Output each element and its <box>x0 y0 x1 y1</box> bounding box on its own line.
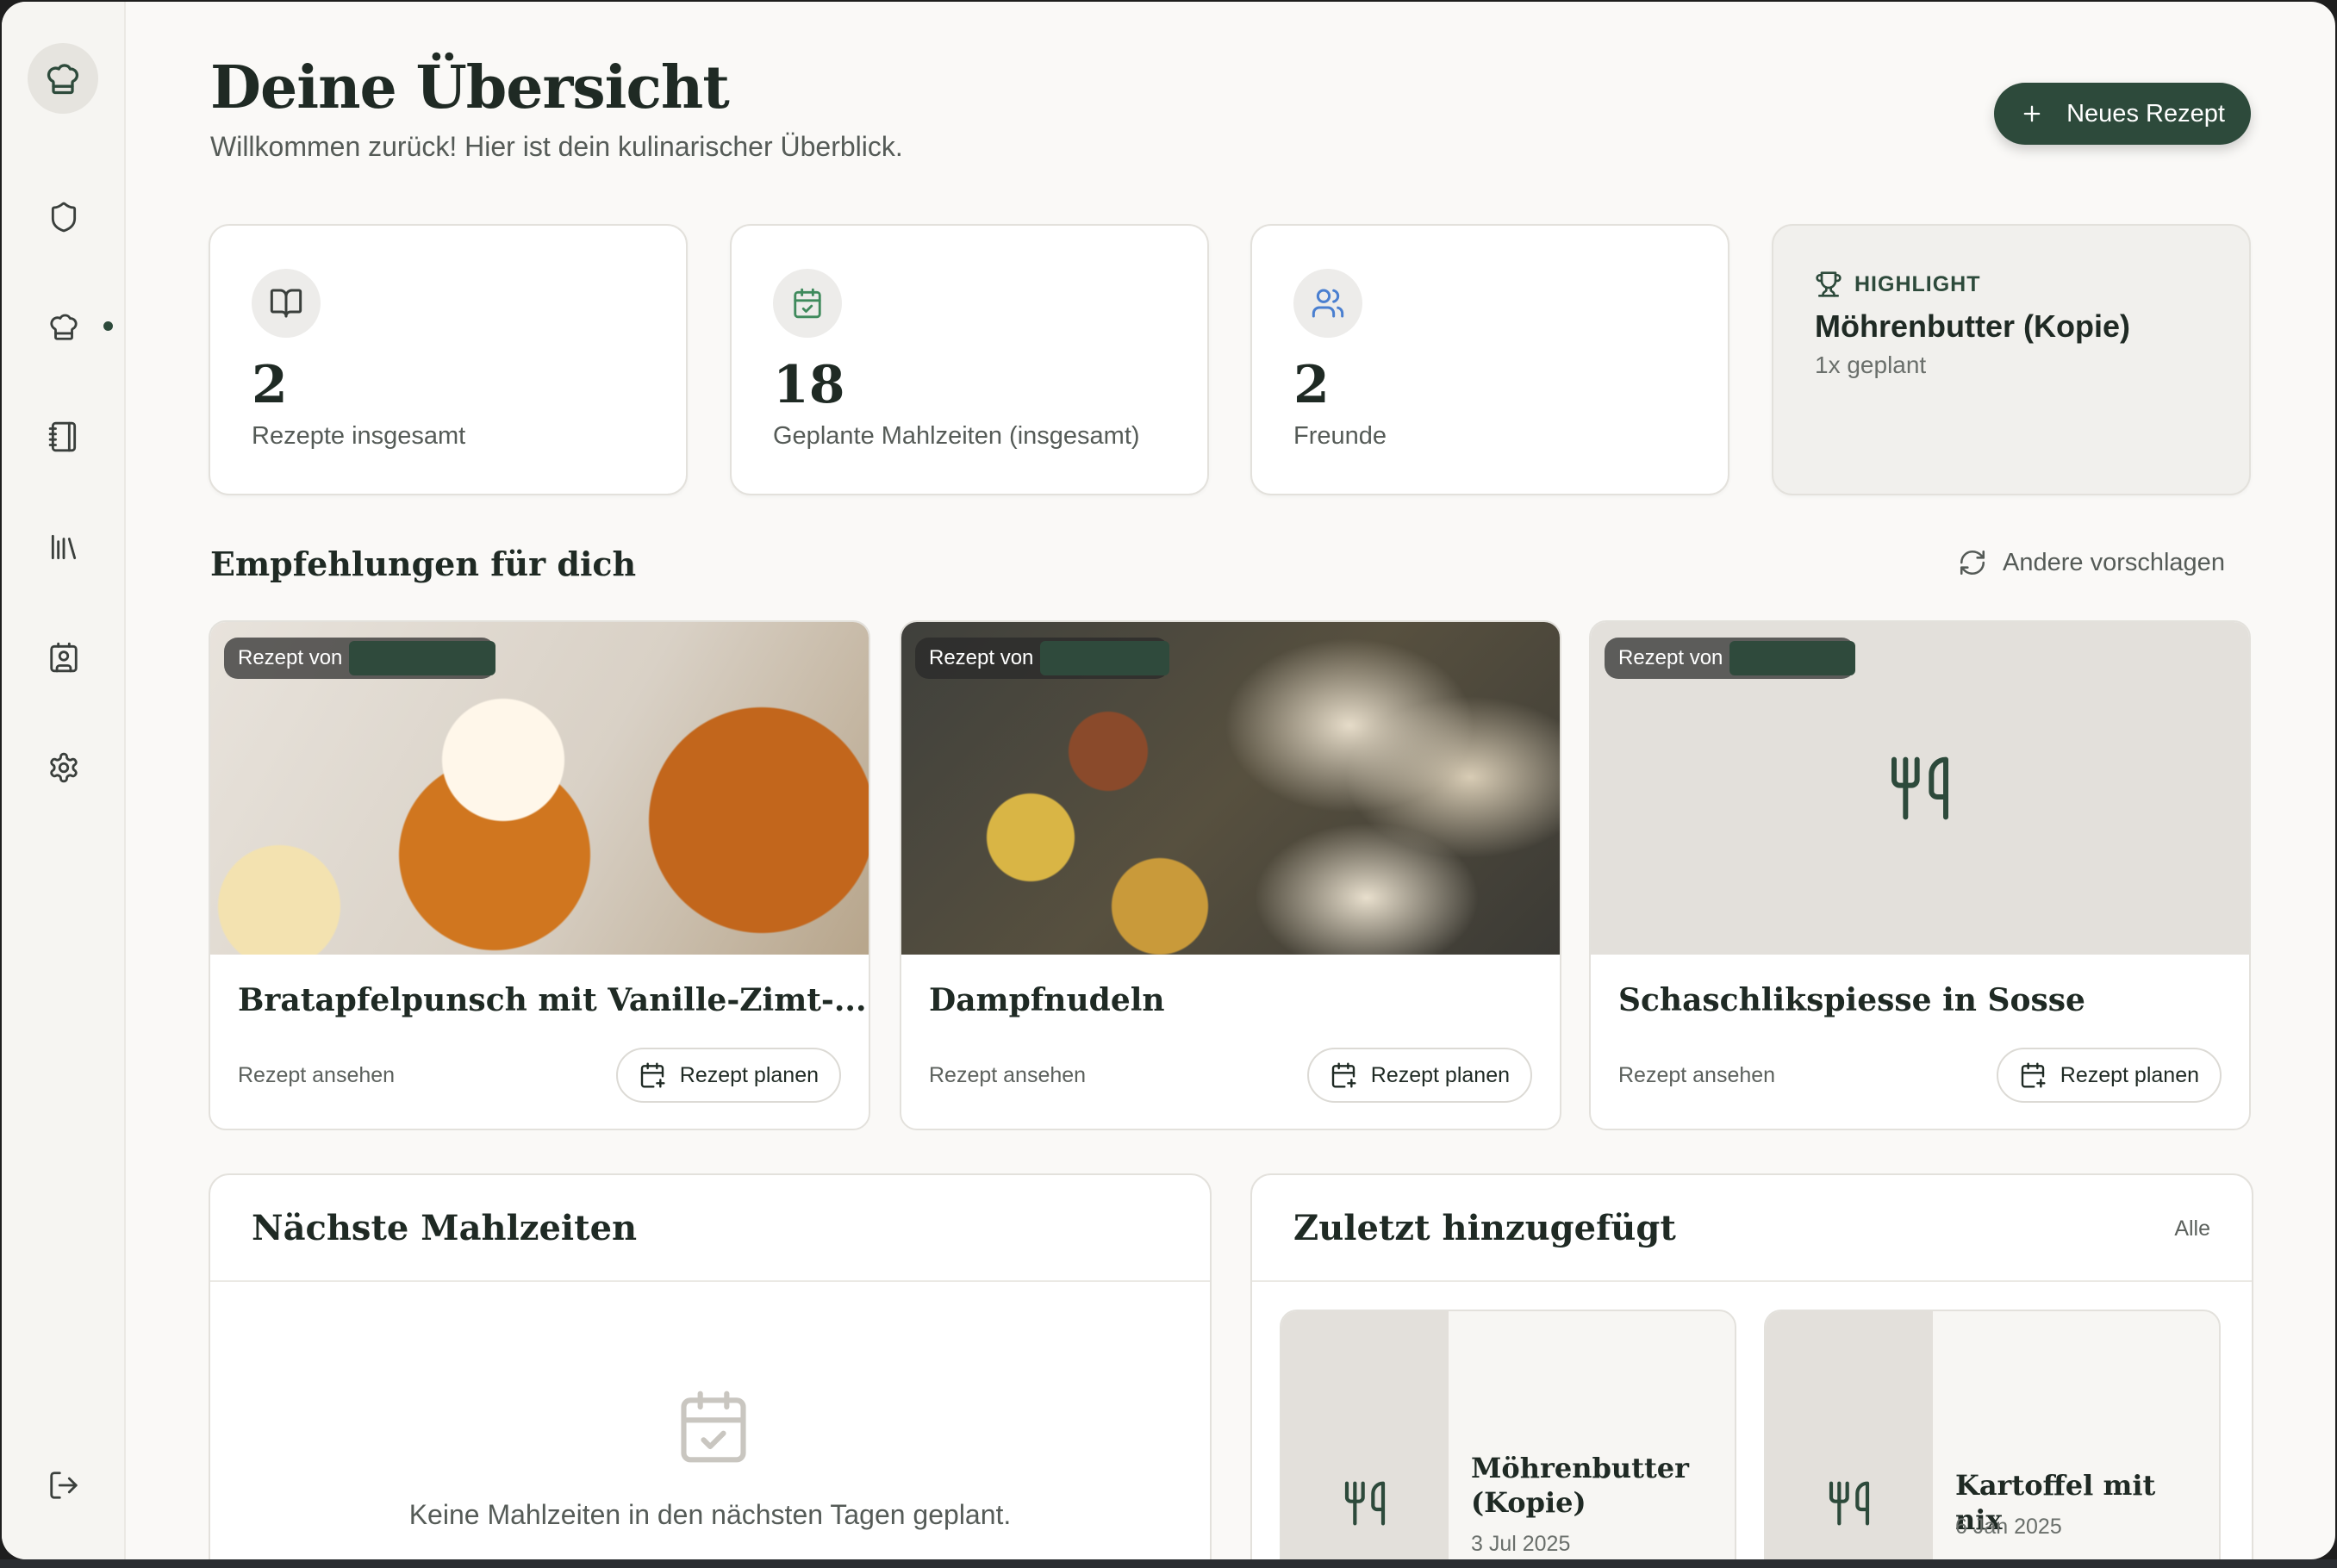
recipe-author-badge: Rezept von <box>224 638 496 679</box>
stat-label: Freunde <box>1293 422 1387 450</box>
active-indicator <box>103 321 113 331</box>
page-title: Deine Übersicht <box>210 53 730 122</box>
refresh-icon <box>1960 550 1985 576</box>
sidebar-item-dashboard[interactable] <box>36 299 91 354</box>
recent-recipe-date: 3 Jul 2025 <box>1471 1532 1571 1556</box>
view-recipe-link[interactable]: Rezept ansehen <box>1618 1063 1775 1088</box>
recent-recipe-card[interactable]: Kartoffel mit nix 6 Jan 2025 <box>1764 1310 2221 1559</box>
stat-value: 2 <box>252 355 288 415</box>
plan-recipe-button[interactable]: Rezept planen <box>1996 1048 2222 1103</box>
library-icon <box>51 534 77 560</box>
next-meals-panel: Nächste Mahlzeiten Keine Mahlzeiten in d… <box>209 1173 1212 1559</box>
stat-value: 2 <box>1293 355 1330 415</box>
plan-recipe-label: Rezept planen <box>1370 1062 1510 1087</box>
recipe-card[interactable]: Rezept von Dampfnudeln Rezept ansehen Re… <box>900 620 1561 1130</box>
plan-recipe-button[interactable]: Rezept planen <box>615 1048 841 1103</box>
stat-icon-wrap <box>252 269 321 338</box>
stat-icon-wrap <box>1293 269 1362 338</box>
see-all-link[interactable]: Alle <box>2174 1216 2210 1241</box>
highlight-subtitle: 1x geplant <box>1815 352 1927 378</box>
recently-added-title: Zuletzt hinzugefügt <box>1293 1208 1676 1248</box>
logout-button[interactable] <box>36 1458 91 1513</box>
page-subtitle: Willkommen zurück! Hier ist dein kulinar… <box>210 131 903 162</box>
refresh-label: Andere vorschlagen <box>2003 548 2225 576</box>
highlight-title: Möhrenbutter (Kopie) <box>1815 308 2130 344</box>
recipe-title[interactable]: Bratapfelpunsch mit Vanille-Zimt-... <box>238 982 866 1018</box>
recipe-image-placeholder <box>1281 1311 1449 1559</box>
recent-recipe-card[interactable]: Möhrenbutter (Kopie) 3 Jul 2025 <box>1280 1310 1736 1559</box>
utensils-icon <box>1344 1481 1386 1526</box>
stat-card-friends: 2 Freunde <box>1250 224 1729 495</box>
view-recipe-link[interactable]: Rezept ansehen <box>238 1063 395 1088</box>
sidebar-item-recipes[interactable] <box>36 409 91 464</box>
recipe-author-badge: Rezept von <box>1605 638 1856 679</box>
stat-card-recipes: 2 Rezepte insgesamt <box>209 224 688 495</box>
recipe-card[interactable]: Rezept von Schaschlikspiesse in Sosse Re… <box>1589 620 2251 1130</box>
highlight-tag: HIGHLIGHT <box>1815 271 1981 298</box>
recently-added-panel: Zuletzt hinzugefügt Alle Möhrenbutter (K… <box>1250 1173 2253 1559</box>
utensils-icon <box>1891 756 1948 820</box>
book-icon <box>270 289 302 318</box>
app-window: Deine Übersicht Willkommen zurück! Hier … <box>2 2 2335 1559</box>
empty-state-text: Keine Mahlzeiten in den nächsten Tagen g… <box>408 1499 1012 1530</box>
stat-label: Geplante Mahlzeiten (insgesamt) <box>773 422 1140 450</box>
chef-hat-icon <box>50 314 78 340</box>
recommendations-title: Empfehlungen für dich <box>210 544 637 583</box>
recent-recipe-date: 6 Jan 2025 <box>1955 1515 2062 1539</box>
recipe-author-label: Rezept von <box>238 646 343 669</box>
redacted-author <box>349 641 496 675</box>
stat-icon-wrap <box>773 269 842 338</box>
calendar-plus-icon <box>1331 1062 1356 1088</box>
stat-label: Rezepte insgesamt <box>252 422 466 450</box>
redacted-author <box>1729 641 1856 675</box>
recipe-author-badge: Rezept von <box>915 638 1170 679</box>
next-meals-title: Nächste Mahlzeiten <box>252 1208 638 1248</box>
view-recipe-link[interactable]: Rezept ansehen <box>929 1063 1086 1088</box>
refresh-suggestions-button[interactable]: Andere vorschlagen <box>1958 548 2225 577</box>
recipe-author-label: Rezept von <box>929 646 1034 669</box>
recipe-title[interactable]: Schaschlikspiesse in Sosse <box>1618 982 2085 1018</box>
logout-icon <box>50 1472 78 1499</box>
recipe-image-placeholder <box>1766 1311 1933 1559</box>
calendar-check-icon <box>794 288 821 319</box>
app-logo[interactable] <box>28 43 98 114</box>
stat-card-meals: 18 Geplante Mahlzeiten (insgesamt) <box>730 224 1209 495</box>
plan-recipe-label: Rezept planen <box>679 1062 819 1087</box>
plus-icon <box>2023 105 2041 122</box>
trophy-icon <box>1816 271 1842 297</box>
new-recipe-label: Neues Rezept <box>2066 99 2225 128</box>
recent-recipe-title: Möhrenbutter (Kopie) <box>1471 1452 1689 1519</box>
new-recipe-button[interactable]: Neues Rezept <box>1994 83 2251 145</box>
sidebar-item-security[interactable] <box>36 190 91 245</box>
panel-header: Nächste Mahlzeiten <box>210 1175 1210 1282</box>
sidebar-item-settings[interactable] <box>36 740 91 795</box>
recipe-title[interactable]: Dampfnudeln <box>929 982 1165 1018</box>
calendar-plus-icon <box>2021 1062 2046 1088</box>
calendar-check-icon <box>681 1391 746 1463</box>
panel-header: Zuletzt hinzugefügt Alle <box>1252 1175 2252 1282</box>
users-icon <box>1312 289 1344 318</box>
notebook-icon <box>48 421 77 452</box>
plan-recipe-label: Rezept planen <box>2060 1062 2199 1087</box>
shield-icon <box>51 202 77 233</box>
highlight-card[interactable]: HIGHLIGHT Möhrenbutter (Kopie) 1x geplan… <box>1772 224 2251 495</box>
contact-book-icon <box>50 642 78 673</box>
bottom-bezel <box>0 1559 2337 1568</box>
sidebar-item-library[interactable] <box>36 520 91 575</box>
calendar-plus-icon <box>640 1062 665 1088</box>
highlight-tag-label: HIGHLIGHT <box>1854 271 1981 296</box>
redacted-author <box>1040 641 1170 675</box>
sidebar <box>2 2 126 1559</box>
gear-icon <box>50 752 78 783</box>
plan-recipe-button[interactable]: Rezept planen <box>1306 1048 1532 1103</box>
recipe-card[interactable]: Rezept von Bratapfelpunsch mit Vanille-Z… <box>209 620 870 1130</box>
stat-value: 18 <box>773 355 845 415</box>
utensils-icon <box>1829 1481 1870 1526</box>
chef-hat-icon <box>47 64 79 95</box>
sidebar-item-contacts[interactable] <box>36 630 91 685</box>
recipe-author-label: Rezept von <box>1618 646 1723 669</box>
